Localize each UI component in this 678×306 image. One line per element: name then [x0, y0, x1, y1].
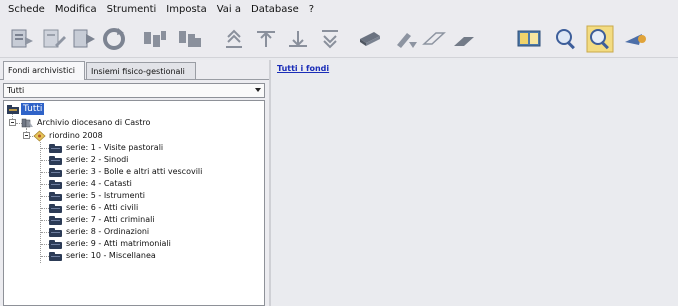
series-folder-icon	[49, 167, 62, 177]
series-folder-icon	[49, 191, 62, 201]
pencil-arrow-icon	[397, 33, 417, 48]
menu-schede[interactable]: Schede	[0, 0, 50, 20]
move-top-icon	[226, 29, 242, 48]
tree-node-series[interactable]: serie: 3 - Bolle e altri atti vescovili	[48, 166, 202, 178]
menu-strumenti[interactable]: Strumenti	[102, 0, 162, 20]
tree-node-series-label: serie: 6 - Atti civili	[66, 203, 139, 212]
eraser-button[interactable]	[420, 25, 448, 53]
tree-node-series-label: serie: 3 - Bolle e altri atti vescovili	[66, 167, 203, 176]
move-to-bottom-bar-button[interactable]	[284, 25, 312, 53]
collapse-toggle-fund[interactable]	[9, 119, 16, 126]
eraser-icon	[422, 32, 446, 45]
fund-archive-icon	[21, 118, 33, 128]
tree-node-series[interactable]: serie: 6 - Atti civili	[48, 202, 138, 214]
tree-node-series[interactable]: serie: 10 - Miscellanea	[48, 250, 156, 262]
series-folder-icon	[49, 179, 62, 189]
tree-node-fund-label: Archivio diocesano di Castro	[37, 118, 151, 127]
move-to-top-bar-button[interactable]	[252, 25, 280, 53]
tree-root-icon	[7, 104, 19, 114]
tree-node-series-label: serie: 9 - Atti matrimoniali	[66, 239, 171, 248]
detail-panel: Tutti i fondi	[271, 60, 678, 306]
tree-node-fund[interactable]: Archivio diocesano di Castro	[20, 117, 150, 129]
tab-fondi-archivistici[interactable]: Fondi archivistici	[3, 61, 85, 80]
toolbar	[0, 20, 678, 58]
tree-node-series[interactable]: serie: 2 - Sinodi	[48, 154, 128, 166]
series-folder-icon	[49, 227, 62, 237]
menu-help[interactable]: ?	[304, 0, 319, 20]
collapse-toggle-group[interactable]	[23, 132, 30, 139]
tree-node-series[interactable]: serie: 9 - Atti matrimoniali	[48, 238, 171, 250]
fund-filter-value: Tutti	[7, 86, 25, 95]
move-up-button[interactable]	[141, 25, 169, 53]
pencil-arrow-button[interactable]	[392, 25, 420, 53]
send-icon	[625, 34, 646, 45]
tree-node-series[interactable]: serie: 7 - Atti criminali	[48, 214, 155, 226]
book-icon	[517, 30, 541, 47]
archive-button[interactable]	[356, 25, 384, 53]
tab-insiemi-fisico-gestionali[interactable]: Insiemi fisico-gestionali	[86, 62, 196, 79]
next-record-button[interactable]	[70, 25, 98, 53]
edit-record-icon	[43, 29, 66, 48]
left-panel: Fondi archivistici Insiemi fisico-gestio…	[0, 60, 269, 306]
tree-node-series-label: serie: 5 - Istrumenti	[66, 191, 145, 200]
tree-node-series[interactable]: serie: 8 - Ordinazioni	[48, 226, 149, 238]
menu-imposta[interactable]: Imposta	[161, 0, 211, 20]
menu-modifica[interactable]: Modifica	[50, 0, 102, 20]
archive-icon	[360, 32, 380, 46]
eraser-dark-button[interactable]	[450, 25, 478, 53]
tree-node-series[interactable]: serie: 5 - Istrumenti	[48, 190, 145, 202]
tree-node-series-label: serie: 4 - Catasti	[66, 179, 132, 188]
edit-record-button[interactable]	[40, 25, 68, 53]
tree-node-series-label: serie: 8 - Ordinazioni	[66, 227, 150, 236]
breadcrumb-all-funds-link[interactable]: Tutti i fondi	[277, 64, 329, 73]
move-to-top-bar-icon	[257, 31, 275, 47]
move-to-bottom-bar-icon	[289, 31, 307, 47]
tree-node-series-label: serie: 10 - Miscellanea	[66, 251, 156, 260]
move-top-button[interactable]	[220, 25, 248, 53]
move-down-icon	[179, 31, 201, 47]
menu-database[interactable]: Database	[246, 0, 304, 20]
tab-bar: Fondi archivistici Insiemi fisico-gestio…	[0, 60, 269, 80]
tree-node-series[interactable]: serie: 1 - Visite pastorali	[48, 142, 163, 154]
group-diamond-icon	[33, 130, 46, 142]
tree-node-series-label: serie: 2 - Sinodi	[66, 155, 129, 164]
tree-node-series-label: serie: 1 - Visite pastorali	[66, 143, 164, 152]
tree-node-series[interactable]: serie: 4 - Catasti	[48, 178, 132, 190]
eraser-dark-icon	[454, 37, 474, 46]
send-button[interactable]	[622, 25, 650, 53]
series-folder-icon	[49, 239, 62, 249]
search-highlight-icon	[586, 25, 614, 53]
series-folder-icon	[49, 203, 62, 213]
new-record-button[interactable]	[8, 25, 36, 53]
series-folder-icon	[49, 251, 62, 261]
chevron-down-icon	[255, 88, 261, 92]
series-folder-icon	[49, 143, 62, 153]
tree-node-series-label: serie: 7 - Atti criminali	[66, 215, 155, 224]
menu-vai-a[interactable]: Vai a	[212, 0, 246, 20]
search-icon	[556, 29, 575, 50]
series-folder-icon	[49, 155, 62, 165]
move-up-icon	[144, 31, 166, 47]
refresh-button[interactable]	[100, 25, 128, 53]
search-highlight-button[interactable]	[586, 25, 614, 53]
fund-filter-select[interactable]: Tutti	[3, 83, 265, 98]
series-folder-icon	[49, 215, 62, 225]
book-button[interactable]	[515, 25, 543, 53]
tree-root-label: Tutti	[21, 103, 45, 115]
move-bottom-icon	[322, 30, 338, 49]
move-down-button[interactable]	[176, 25, 204, 53]
refresh-icon	[103, 28, 125, 50]
fund-tree: Tutti Archivio diocesano di Castro riord…	[3, 100, 265, 306]
next-record-icon	[73, 29, 95, 48]
menu-bar: Schede Modifica Strumenti Imposta Vai a …	[0, 0, 678, 20]
tree-node-group[interactable]: riordino 2008	[33, 130, 103, 142]
new-record-icon	[11, 29, 33, 48]
tree-node-group-label: riordino 2008	[49, 131, 103, 140]
move-bottom-button[interactable]	[316, 25, 344, 53]
search-button[interactable]	[552, 25, 580, 53]
